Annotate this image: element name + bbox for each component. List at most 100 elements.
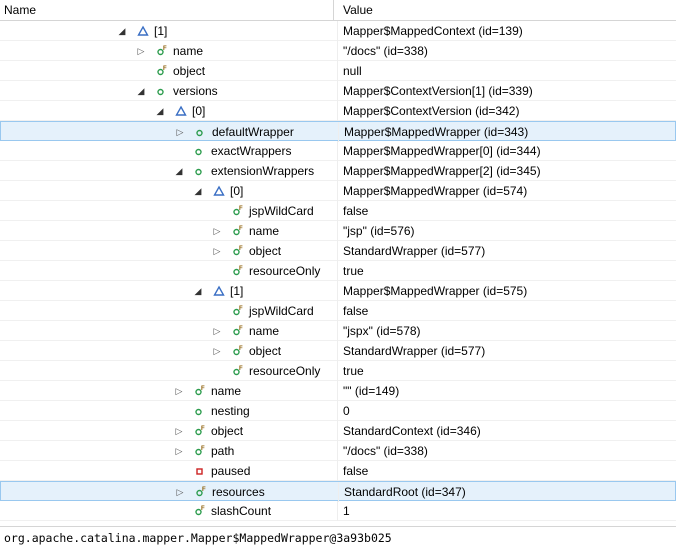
collapse-twisty-icon[interactable]: ◢ bbox=[174, 161, 184, 181]
tree-row[interactable]: ▷ Fname "jspx" (id=578) bbox=[0, 321, 676, 341]
variable-value: Mapper$ContextVersion[1] (id=339) bbox=[343, 84, 533, 98]
variable-value: 1 bbox=[343, 504, 350, 518]
collapse-twisty-icon[interactable]: ◢ bbox=[193, 181, 203, 201]
variable-value: Mapper$MappedContext (id=139) bbox=[343, 24, 523, 38]
column-divider bbox=[337, 241, 338, 261]
tree-row[interactable]: FresourceOnly true bbox=[0, 361, 676, 381]
tree-row[interactable]: ▷ defaultWrapper Mapper$MappedWrapper (id=… bbox=[0, 121, 676, 142]
tree-row[interactable]: Fobject null bbox=[0, 61, 676, 81]
tree-row[interactable]: ▷ Fobject StandardContext (id=346) bbox=[0, 421, 676, 441]
final-field-icon: F bbox=[195, 486, 207, 498]
tree-row[interactable]: paused false bbox=[0, 461, 676, 481]
tree-row[interactable]: exactWrappers Mapper$MappedWrapper[0] (id… bbox=[0, 141, 676, 161]
column-divider bbox=[337, 81, 338, 101]
svg-text:F: F bbox=[202, 487, 206, 493]
variable-name: [1] bbox=[230, 284, 244, 298]
variable-name: name bbox=[249, 324, 280, 338]
variable-name: slashCount bbox=[211, 504, 272, 518]
variable-value: "jspx" (id=578) bbox=[343, 324, 421, 338]
column-divider bbox=[337, 61, 338, 81]
variable-value: "" (id=149) bbox=[343, 384, 400, 398]
expand-twisty-icon[interactable]: ▷ bbox=[212, 341, 222, 361]
variable-value: Mapper$MappedWrapper (id=343) bbox=[344, 125, 529, 139]
variable-name: object bbox=[249, 344, 282, 358]
expand-twisty-icon[interactable]: ▷ bbox=[175, 482, 185, 502]
variable-value: 0 bbox=[343, 404, 350, 418]
tree-row[interactable]: FslashCount 1 bbox=[0, 501, 676, 521]
expand-twisty-icon[interactable]: ▷ bbox=[175, 122, 185, 142]
variable-value: Mapper$ContextVersion (id=342) bbox=[343, 104, 520, 118]
svg-text:F: F bbox=[201, 506, 205, 512]
column-divider bbox=[337, 321, 338, 341]
variable-name: extensionWrappers bbox=[211, 164, 315, 178]
svg-text:F: F bbox=[201, 426, 205, 432]
svg-text:F: F bbox=[239, 246, 243, 252]
column-divider bbox=[337, 361, 338, 381]
column-divider bbox=[337, 401, 338, 421]
column-divider bbox=[337, 421, 338, 441]
svg-text:F: F bbox=[239, 206, 243, 212]
variable-name: name bbox=[249, 224, 280, 238]
expand-twisty-icon[interactable]: ▷ bbox=[174, 381, 184, 401]
final-field-icon: F bbox=[194, 505, 206, 517]
tree-row[interactable]: FjspWildCard false bbox=[0, 301, 676, 321]
tree-row[interactable]: ▷ Fname "jsp" (id=576) bbox=[0, 221, 676, 241]
collapse-twisty-icon[interactable]: ◢ bbox=[117, 21, 127, 41]
svg-text:F: F bbox=[163, 66, 167, 72]
column-divider bbox=[337, 221, 338, 241]
final-field-icon: F bbox=[232, 365, 244, 377]
tree-row[interactable]: ▷ Fobject StandardWrapper (id=577) bbox=[0, 341, 676, 361]
tree-row[interactable]: nesting 0 bbox=[0, 401, 676, 421]
variable-value: StandardWrapper (id=577) bbox=[343, 244, 486, 258]
column-divider bbox=[337, 461, 338, 481]
tree-row[interactable]: ◢ [1] Mapper$MappedWrapper (id=575) bbox=[0, 281, 676, 301]
svg-text:F: F bbox=[239, 326, 243, 332]
name-column-header[interactable]: Name bbox=[0, 0, 334, 20]
final-field-icon: F bbox=[232, 245, 244, 257]
variable-name: versions bbox=[173, 84, 218, 98]
field-icon bbox=[194, 165, 206, 177]
tree-row[interactable]: ▷ Fobject StandardWrapper (id=577) bbox=[0, 241, 676, 261]
tree-row[interactable]: ◢ [0] Mapper$MappedWrapper (id=574) bbox=[0, 181, 676, 201]
final-field-icon: F bbox=[156, 45, 168, 57]
variable-name: jspWildCard bbox=[249, 204, 314, 218]
value-column-header[interactable]: Value bbox=[339, 0, 676, 20]
final-field-icon: F bbox=[194, 445, 206, 457]
expand-twisty-icon[interactable]: ▷ bbox=[212, 321, 222, 341]
collapse-twisty-icon[interactable]: ◢ bbox=[193, 281, 203, 301]
tree-row[interactable]: ◢ versions Mapper$ContextVersion[1] (id=33… bbox=[0, 81, 676, 101]
collapse-twisty-icon[interactable]: ◢ bbox=[136, 81, 146, 101]
variable-value: null bbox=[343, 64, 362, 78]
column-divider bbox=[337, 181, 338, 201]
tree-row[interactable]: ▷ Fname "/docs" (id=338) bbox=[0, 41, 676, 61]
variable-value: false bbox=[343, 464, 369, 478]
expand-twisty-icon[interactable]: ▷ bbox=[174, 421, 184, 441]
collapse-twisty-icon[interactable]: ◢ bbox=[155, 101, 165, 121]
expand-twisty-icon[interactable]: ▷ bbox=[174, 441, 184, 461]
expand-twisty-icon[interactable]: ▷ bbox=[212, 241, 222, 261]
variable-name: path bbox=[211, 444, 235, 458]
tree-row[interactable]: ◢ [1] Mapper$MappedContext (id=139) bbox=[0, 21, 676, 41]
column-divider bbox=[337, 41, 338, 61]
svg-text:F: F bbox=[201, 386, 205, 392]
tree-row[interactable]: FjspWildCard false bbox=[0, 201, 676, 221]
variable-value: StandardWrapper (id=577) bbox=[343, 344, 486, 358]
tree-row[interactable]: ▷ Fresources StandardRoot (id=347) bbox=[0, 481, 676, 502]
tree-row[interactable]: ▷ Fpath "/docs" (id=338) bbox=[0, 441, 676, 461]
variable-value: true bbox=[343, 264, 364, 278]
tree-row[interactable]: ▷ Fname "" (id=149) bbox=[0, 381, 676, 401]
column-divider bbox=[337, 21, 338, 41]
field-icon bbox=[194, 405, 206, 417]
variable-name: jspWildCard bbox=[249, 304, 314, 318]
expand-twisty-icon[interactable]: ▷ bbox=[212, 221, 222, 241]
tree-row[interactable]: FresourceOnly true bbox=[0, 261, 676, 281]
expand-twisty-icon[interactable]: ▷ bbox=[136, 41, 146, 61]
tree-row[interactable]: ◢ extensionWrappers Mapper$MappedWrapper[2… bbox=[0, 161, 676, 181]
variable-name: resourceOnly bbox=[249, 264, 321, 278]
field-icon bbox=[194, 145, 206, 157]
variable-name: paused bbox=[211, 464, 251, 478]
final-field-icon: F bbox=[232, 305, 244, 317]
column-divider bbox=[337, 101, 338, 121]
tree-row[interactable]: ◢ [0] Mapper$ContextVersion (id=342) bbox=[0, 101, 676, 121]
variable-name: name bbox=[211, 384, 242, 398]
